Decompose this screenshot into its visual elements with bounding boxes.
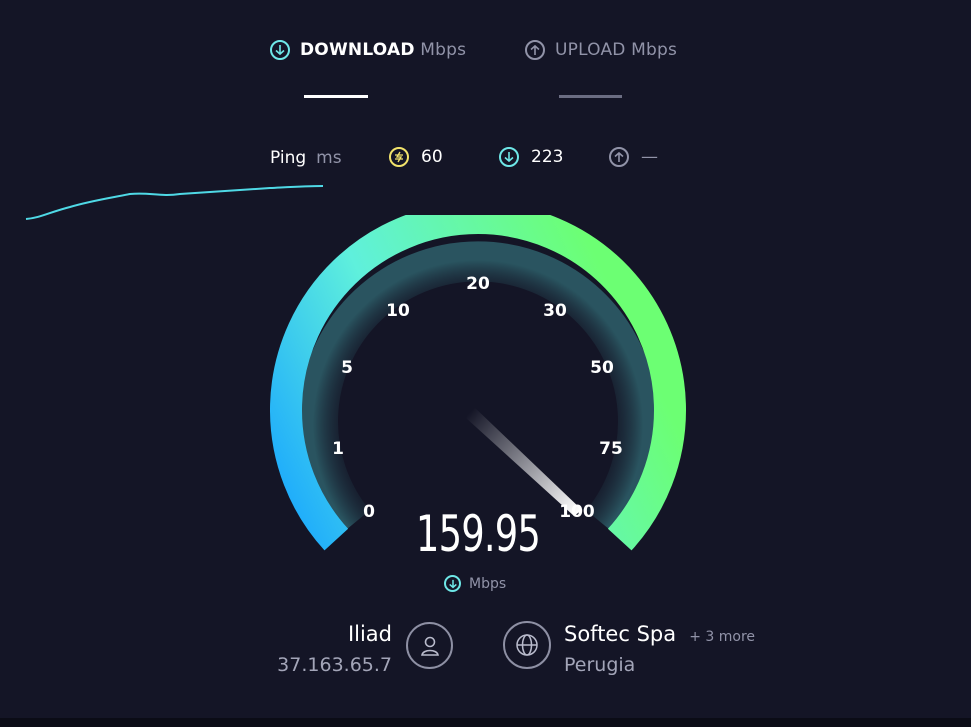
ping-idle-value: 60 — [421, 147, 443, 167]
provider-ip: 37.163.65.7 — [277, 654, 392, 676]
tab-upload-indicator — [559, 95, 622, 98]
ping-bolt-icon — [389, 147, 409, 167]
tab-download-label: DOWNLOAD — [300, 40, 415, 60]
gauge-tick-label: 20 — [466, 274, 490, 294]
gauge-tick-label: 0 — [363, 502, 375, 522]
gauge-tick-label: 50 — [590, 358, 614, 378]
gauge-inner-track — [298, 241, 658, 536]
ping-download-value: 223 — [531, 147, 564, 167]
gauge-tick-label: 1 — [332, 439, 344, 459]
gauge-tick-label: 5 — [341, 358, 353, 378]
tab-upload-label: UPLOAD — [555, 40, 626, 60]
speed-unit-row: Mbps — [444, 575, 506, 592]
provider-info: Iliad 37.163.65.7 — [240, 622, 392, 676]
download-arrow-icon — [444, 575, 461, 592]
bottom-strip — [0, 718, 971, 727]
tab-download-unit: Mbps — [420, 40, 467, 60]
server-info: Softec Spa + 3 more Perugia — [564, 622, 864, 676]
ping-header: Ping ms — [270, 148, 342, 168]
tab-upload[interactable]: UPLOAD Mbps — [525, 40, 677, 60]
ping-upload-value: — — [641, 147, 658, 167]
gauge-tick-label: 75 — [599, 439, 623, 459]
tab-upload-unit: Mbps — [631, 40, 678, 60]
server-name: Softec Spa — [564, 622, 677, 646]
speed-value: 159.95 — [415, 505, 541, 563]
upload-arrow-icon — [525, 40, 545, 60]
upload-arrow-icon — [609, 147, 629, 167]
server-more-link[interactable]: + 3 more — [689, 629, 755, 645]
ping-label: Ping — [270, 148, 307, 168]
gauge-tick-label: 10 — [386, 301, 410, 321]
tab-download-indicator — [304, 95, 368, 98]
server-location: Perugia — [564, 654, 636, 676]
ping-download-stat: 223 — [499, 147, 563, 167]
tab-download[interactable]: DOWNLOAD Mbps — [270, 40, 466, 60]
provider-name: Iliad — [347, 622, 392, 646]
download-arrow-icon — [499, 147, 519, 167]
ping-idle-stat: 60 — [389, 147, 443, 167]
gauge-needle — [466, 405, 582, 516]
download-arrow-icon — [270, 40, 290, 60]
gauge-tick-label: 30 — [543, 301, 567, 321]
speed-unit: Mbps — [469, 575, 507, 592]
globe-icon[interactable] — [503, 621, 551, 669]
ping-unit: ms — [316, 148, 342, 168]
user-icon[interactable] — [406, 622, 453, 669]
ping-upload-stat: — — [609, 147, 658, 167]
speed-readout: 159.95 — [378, 505, 578, 563]
